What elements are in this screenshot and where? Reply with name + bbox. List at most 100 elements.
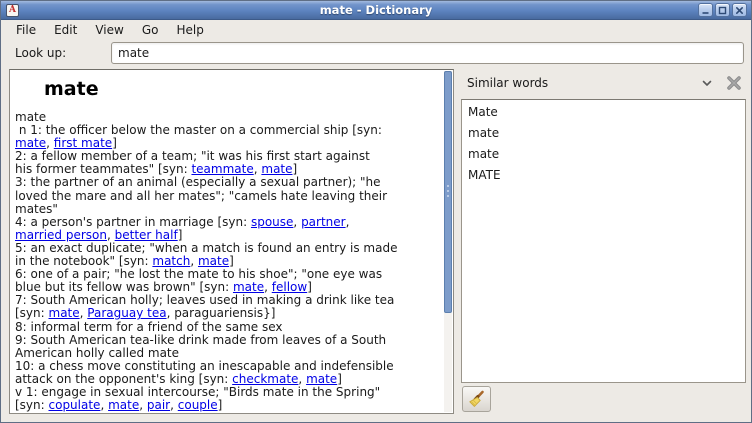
synonym-link[interactable]: mate	[233, 280, 264, 294]
definition-text-segment: ,	[293, 215, 301, 229]
scrollbar-grip	[447, 185, 449, 199]
synonym-link[interactable]: Paraguay tea	[87, 306, 166, 320]
similar-word-item[interactable]: MATE	[462, 165, 745, 186]
lookup-label: Look up:	[15, 46, 66, 60]
definition-text-segment: 6: one of a pair; "he lost the mate to h…	[15, 267, 382, 281]
definition-text-segment: ]	[229, 254, 234, 268]
close-panel-button[interactable]	[724, 73, 744, 93]
similar-words-list[interactable]: MatematemateMATE	[461, 99, 746, 383]
window-controls	[698, 3, 747, 17]
broom-icon	[467, 390, 486, 409]
synonym-link[interactable]: first mate	[54, 136, 112, 150]
definition-text-segment: ,	[298, 372, 306, 386]
definition-scrollbar[interactable]	[444, 71, 452, 412]
similar-words-panel: Similar words MatematemateMATE	[461, 69, 746, 414]
definition-text-segment: 5: an exact duplicate; "when a match is …	[15, 241, 397, 255]
sidebar-title: Similar words	[467, 76, 698, 90]
definition-text-segment: in the notebook" [syn:	[15, 254, 152, 268]
definition-text-segment: blue but its fellow was brown" [syn:	[15, 280, 233, 294]
close-button[interactable]	[732, 3, 747, 17]
definition-line: [syn: copulate, mate, pair, couple]	[15, 399, 453, 412]
maximize-icon	[718, 6, 727, 15]
synonym-link[interactable]: mate	[261, 162, 292, 176]
definition-text-segment: attack on the opponent's king [syn:	[15, 372, 232, 386]
clear-button[interactable]	[462, 386, 491, 412]
definition-text-segment: ]	[178, 228, 183, 242]
synonym-link[interactable]: better half	[115, 228, 178, 242]
headword: mate	[44, 78, 453, 100]
dictionary-window: A mate - Dictionary File Edit	[0, 0, 752, 423]
definition-text-segment: 7: South American holly; leaves used in …	[15, 293, 394, 307]
definition-line: loved the mare and all her mates"; "came…	[15, 190, 453, 203]
panel-selector-button[interactable]	[698, 74, 716, 92]
synonym-link[interactable]: copulate	[49, 398, 101, 412]
menubar: File Edit View Go Help	[1, 20, 751, 39]
definition-text-segment: ]	[307, 280, 312, 294]
sidebar-header[interactable]: Similar words	[461, 69, 746, 97]
app-icon-glyph: A	[9, 6, 16, 15]
maximize-button[interactable]	[715, 3, 730, 17]
definition-text-segment: 3: the partner of an animal (especially …	[15, 175, 381, 189]
synonym-link[interactable]: match	[152, 254, 190, 268]
definition-text-segment: 9: South American tea-like drink made fr…	[15, 333, 386, 347]
menu-view[interactable]: View	[86, 21, 132, 39]
similar-word-item[interactable]: Mate	[462, 102, 745, 123]
synonym-link[interactable]: mate	[306, 372, 337, 386]
synonym-link[interactable]: mate	[15, 136, 46, 150]
definition-text-segment: [syn:	[15, 306, 49, 320]
menu-help[interactable]: Help	[167, 21, 212, 39]
lookup-input[interactable]	[111, 42, 744, 64]
dictionary-app-icon: A	[6, 4, 19, 17]
definition-pane[interactable]: mate mate n 1: the officer below the mas…	[9, 69, 454, 414]
definition-text-segment: , paraguariensis}]	[167, 306, 276, 320]
synonym-link[interactable]: mate	[198, 254, 229, 268]
definition-text-segment: ,	[107, 228, 115, 242]
titlebar[interactable]: A mate - Dictionary	[1, 1, 751, 20]
menu-file[interactable]: File	[7, 21, 45, 39]
synonym-link[interactable]: mate	[49, 306, 80, 320]
close-icon	[726, 75, 742, 91]
scrollbar-thumb[interactable]	[444, 71, 452, 313]
synonym-link[interactable]: fellow	[272, 280, 307, 294]
definition-text-segment: ]	[218, 398, 223, 412]
definition-text-segment: American holly called mate	[15, 346, 179, 360]
synonym-link[interactable]: spouse	[251, 215, 293, 229]
definition-text-segment: v 1: engage in sexual intercourse; "Bird…	[15, 385, 380, 399]
menu-edit[interactable]: Edit	[45, 21, 86, 39]
definition-text-segment: ,	[264, 280, 272, 294]
synonym-link[interactable]: couple	[178, 398, 218, 412]
synonym-link[interactable]: partner	[301, 215, 346, 229]
definition-text-segment: ,	[46, 136, 54, 150]
synonym-link[interactable]: teammate	[191, 162, 253, 176]
menu-go[interactable]: Go	[133, 21, 168, 39]
definition-text-segment: his former teammates" [syn:	[15, 162, 191, 176]
synonym-link[interactable]: mate	[108, 398, 139, 412]
chevron-down-icon	[702, 80, 712, 87]
lookup-row: Look up:	[1, 39, 751, 68]
definition-text-segment: 4: a person's partner in marriage [syn:	[15, 215, 251, 229]
sidebar-footer	[461, 385, 746, 414]
definition-text-segment: 2: a fellow member of a team; "it was hi…	[15, 149, 370, 163]
definition-text-segment: n 1: the officer below the master on a c…	[15, 123, 382, 137]
definition-text-segment: ,	[170, 398, 178, 412]
definition-text-segment: mates"	[15, 202, 58, 216]
definition-text-segment: ,	[346, 215, 350, 229]
synonym-link[interactable]: married person	[15, 228, 107, 242]
definition-text-segment: ,	[100, 398, 108, 412]
window-title: mate - Dictionary	[1, 3, 751, 17]
definition-text-segment: ]	[337, 372, 342, 386]
definition-text-segment: 10: a chess move constituting an inescap…	[15, 359, 394, 373]
definition-text: mate n 1: the officer below the master o…	[15, 111, 453, 412]
minimize-icon	[701, 6, 710, 15]
definition-text-segment: 8: informal term for a friend of the sam…	[15, 320, 283, 334]
definition-text-segment: ,	[139, 398, 147, 412]
synonym-link[interactable]: pair	[147, 398, 170, 412]
similar-word-item[interactable]: mate	[462, 144, 745, 165]
definition-text-segment: ]	[293, 162, 298, 176]
minimize-button[interactable]	[698, 3, 713, 17]
synonym-link[interactable]: checkmate	[232, 372, 298, 386]
definition-text-segment: mate	[15, 110, 46, 124]
close-icon	[735, 6, 744, 15]
similar-word-item[interactable]: mate	[462, 123, 745, 144]
definition-text-segment: ,	[190, 254, 198, 268]
